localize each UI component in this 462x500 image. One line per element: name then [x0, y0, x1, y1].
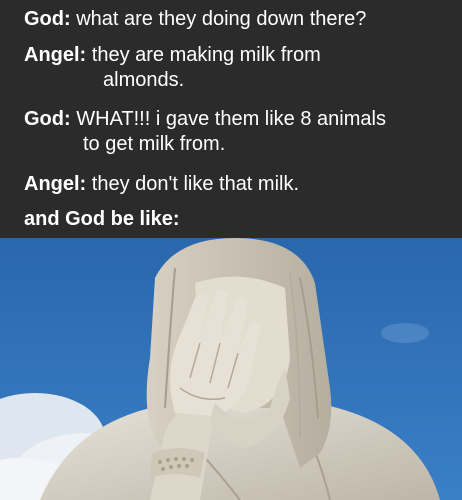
speaker-label: Angel:	[24, 44, 87, 66]
dialogue-line-3-continued: to get milk from.	[83, 133, 226, 155]
speaker-label: God:	[24, 108, 71, 130]
dialogue-line-4: Angel: they don't like that milk.	[24, 172, 299, 196]
speaker-label: Angel:	[24, 173, 87, 195]
dialogue-line-1: God: what are they doing down there?	[24, 7, 366, 31]
caption-panel: God: what are they doing down there? Ang…	[0, 0, 462, 238]
dialogue-line-3: God: WHAT!!! i gave them like 8 animals	[24, 107, 386, 131]
dialogue-line-2: Angel: they are making milk from	[24, 43, 321, 67]
facepalm-statue-illustration	[0, 238, 462, 500]
dialogue-text: what are they doing down there?	[76, 8, 367, 30]
meme-image: God: what are they doing down there? Ang…	[0, 0, 462, 500]
dialogue-text: they don't like that milk.	[91, 173, 300, 195]
dialogue-line-2-continued: almonds.	[103, 69, 185, 91]
dialogue-text: WHAT!!! i gave them like 8 animals	[76, 108, 386, 130]
speaker-label: God:	[24, 8, 71, 30]
facepalm-statue-photo	[0, 238, 462, 500]
punchline: and God be like:	[24, 208, 180, 230]
dialogue-text: they are making milk from	[91, 44, 321, 66]
